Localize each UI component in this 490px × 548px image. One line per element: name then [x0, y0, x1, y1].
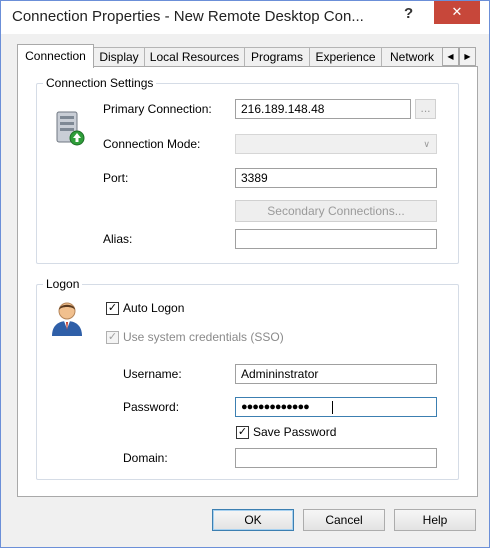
save-password-checkbox[interactable]: ✓ — [236, 426, 249, 439]
help-icon[interactable]: ? — [404, 5, 413, 22]
connection-mode-select[interactable]: ∨ — [235, 134, 437, 154]
tab-local-resources[interactable]: Local Resources — [144, 47, 245, 67]
tab-network[interactable]: Network — [381, 47, 443, 67]
server-icon — [56, 111, 85, 146]
auto-logon-label: Auto Logon — [123, 301, 185, 315]
primary-connection-input[interactable]: 216.189.148.48 — [235, 99, 411, 119]
connection-properties-window: Connection Properties - New Remote Deskt… — [0, 0, 490, 548]
ok-button[interactable]: OK — [212, 509, 294, 531]
text-caret — [332, 401, 333, 414]
auto-logon-checkbox[interactable]: ✓ — [106, 302, 119, 315]
connection-settings-title: Connection Settings — [43, 76, 157, 90]
help-button[interactable]: Help — [394, 509, 476, 531]
tab-scroll-left-icon[interactable]: ◀ — [442, 47, 459, 66]
tab-programs[interactable]: Programs — [244, 47, 310, 67]
cancel-button[interactable]: Cancel — [303, 509, 385, 531]
title-bar: Connection Properties - New Remote Deskt… — [1, 1, 489, 34]
tab-experience[interactable]: Experience — [309, 47, 382, 67]
sso-label: Use system credentials (SSO) — [123, 330, 284, 344]
username-input[interactable]: Admininstrator — [235, 364, 437, 384]
password-value: ●●●●●●●●●●●● — [241, 401, 310, 413]
tab-strip: Display Local Resources Programs Experie… — [17, 44, 481, 68]
tab-scroll-right-icon[interactable]: ▶ — [459, 47, 476, 66]
user-icon — [52, 302, 82, 336]
domain-input[interactable] — [235, 448, 437, 468]
password-input[interactable]: ●●●●●●●●●●●● — [235, 397, 437, 417]
domain-label: Domain: — [123, 451, 168, 465]
alias-label: Alias: — [103, 232, 133, 246]
window-title: Connection Properties - New Remote Deskt… — [12, 8, 364, 25]
connection-mode-label: Connection Mode: — [103, 137, 201, 151]
tab-connection[interactable]: Connection — [17, 44, 94, 68]
port-input[interactable]: 3389 — [235, 168, 437, 188]
connection-tab-panel: Connection Settings Primary Connection: … — [17, 66, 478, 497]
browse-button[interactable]: ... — [415, 99, 436, 119]
sso-checkbox[interactable]: ✓ — [106, 331, 119, 344]
primary-connection-label: Primary Connection: — [103, 102, 212, 116]
logon-group: Logon ✓ Auto Logon ✓ Use system credenti… — [36, 277, 459, 480]
chevron-down-icon: ∨ — [423, 139, 430, 149]
username-label: Username: — [123, 367, 182, 381]
port-label: Port: — [103, 171, 129, 185]
tab-display[interactable]: Display — [93, 47, 145, 67]
alias-input[interactable] — [235, 229, 437, 249]
logon-title: Logon — [43, 277, 83, 291]
secondary-connections-button[interactable]: Secondary Connections... — [235, 200, 437, 222]
password-label: Password: — [123, 400, 180, 414]
close-button[interactable]: ✕ — [434, 1, 480, 24]
save-password-label: Save Password — [253, 425, 337, 439]
connection-settings-group: Connection Settings Primary Connection: … — [36, 76, 459, 264]
